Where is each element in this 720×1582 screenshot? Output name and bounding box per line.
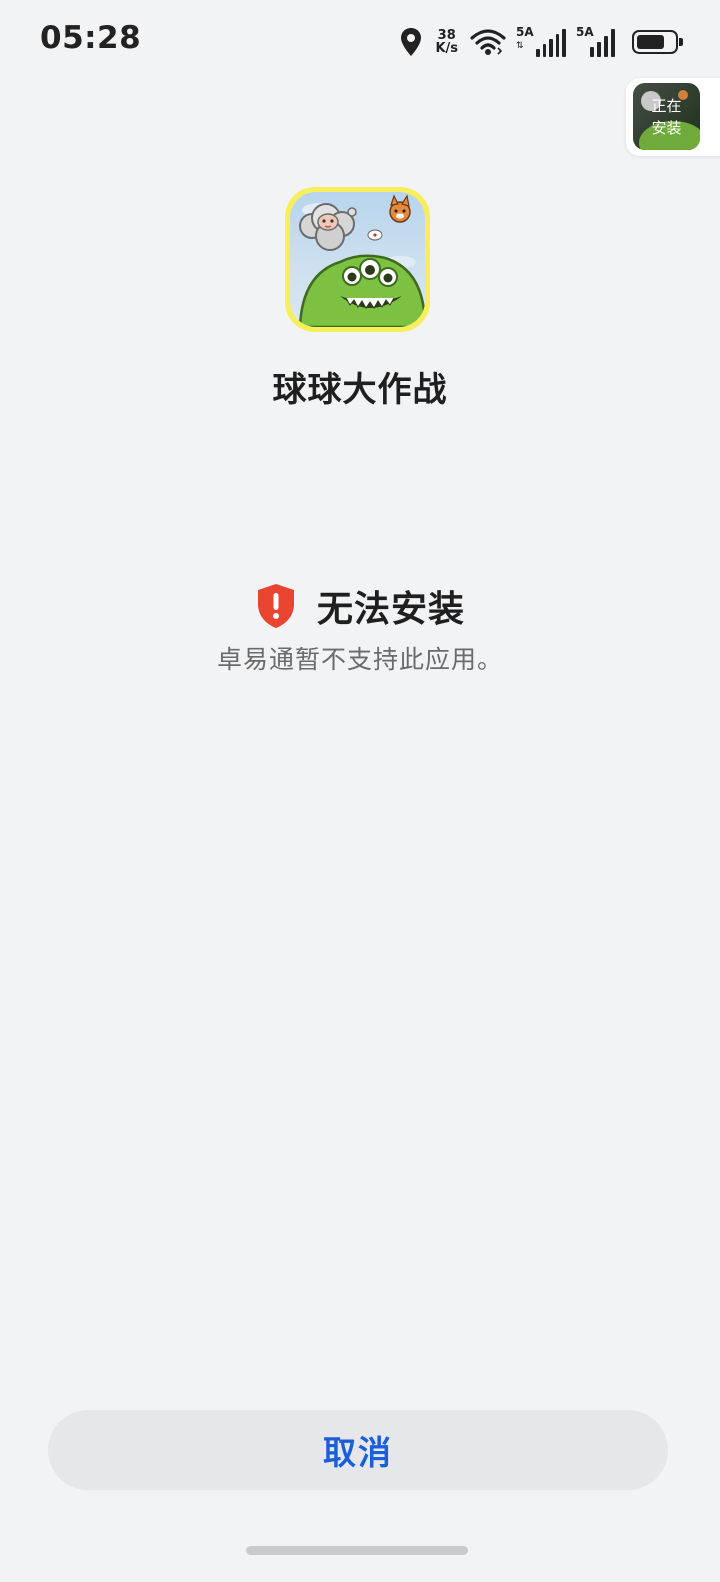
app-icon: [285, 187, 430, 332]
sim1-label: 5A: [516, 25, 534, 39]
shield-alert-icon: [257, 584, 294, 628]
error-title: 无法安装: [316, 589, 465, 630]
network-speed-unit: K/s: [435, 41, 458, 56]
installing-floating-widget[interactable]: 正在 安装: [626, 78, 720, 156]
home-indicator[interactable]: [246, 1546, 468, 1555]
status-time: 05:28: [40, 20, 142, 56]
app-name: 球球大作战: [272, 370, 448, 410]
network-speed: 38 K/s: [435, 29, 458, 55]
data-arrows-icon: ⇅: [516, 41, 524, 51]
battery-icon: [632, 30, 683, 54]
installing-label: 正在 安装: [651, 97, 682, 137]
install-error: 无法安装: [0, 580, 720, 632]
error-message: 卓易通暂不支持此应用。: [216, 645, 503, 674]
sim1-signal-icon: 5A ⇅: [516, 25, 566, 57]
sim2-label: 5A: [576, 25, 594, 39]
installing-app-thumbnail: 正在 安装: [633, 83, 700, 150]
wifi-icon: [470, 29, 506, 55]
location-icon: [401, 28, 422, 56]
install-screen: 05:28 38 K/s 5A ⇅ 5A 正在 安装 球球大作战 无法安装 卓易…: [0, 0, 720, 1582]
sim2-signal-icon: 5A: [576, 25, 620, 57]
cancel-button[interactable]: 取消: [48, 1410, 668, 1490]
status-icons: 38 K/s 5A ⇅ 5A: [399, 24, 683, 60]
status-bar: 05:28 38 K/s 5A ⇅ 5A: [0, 0, 720, 80]
